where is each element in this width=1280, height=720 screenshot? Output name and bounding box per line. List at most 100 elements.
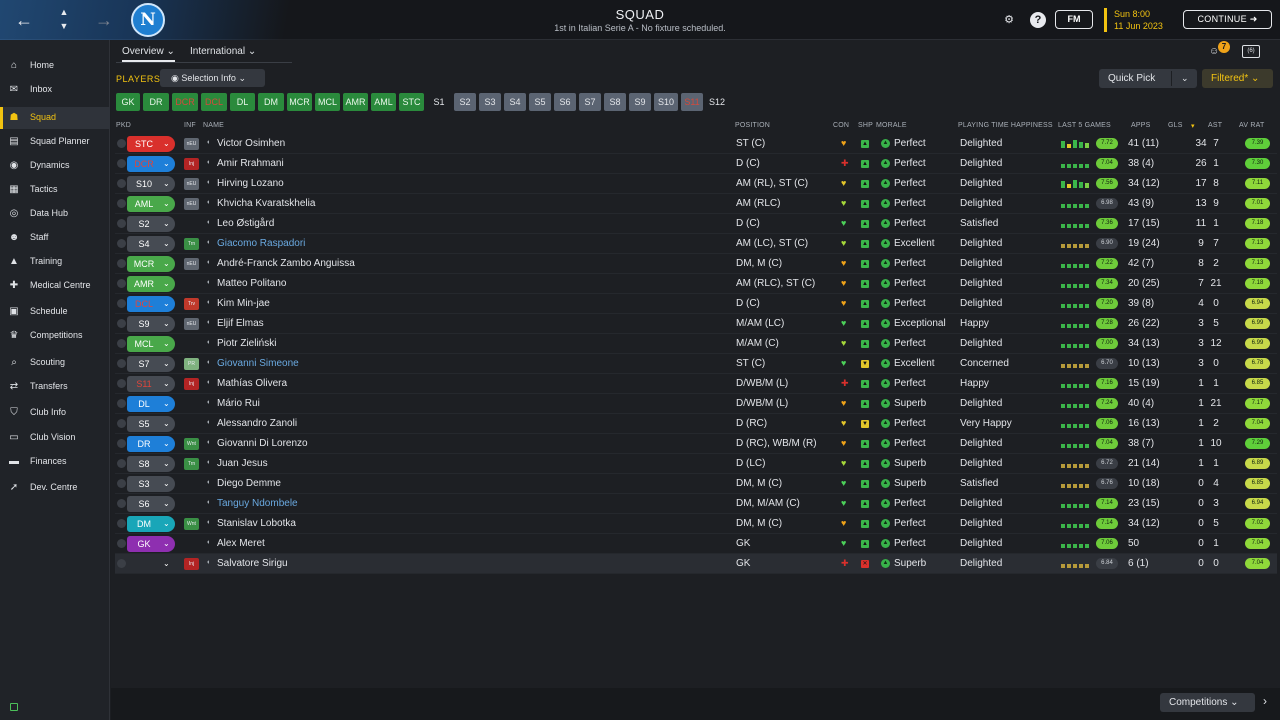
- position-chip-stc[interactable]: STC: [399, 93, 424, 111]
- position-selector[interactable]: S3 ⌄: [127, 476, 175, 492]
- info-tag[interactable]: Trv: [184, 298, 199, 310]
- info-tag[interactable]: nEU: [184, 178, 199, 190]
- player-name[interactable]: Diego Demme: [217, 478, 281, 489]
- fm-button[interactable]: FM: [1055, 10, 1093, 29]
- table-row[interactable]: S7 ⌄ PR ◖ Giovanni Simeone ST (C) ♥ ▼ ▲ Excellent…: [115, 354, 1277, 374]
- player-name[interactable]: Stanislav Lobotka: [217, 518, 296, 529]
- table-row[interactable]: DM ⌄ Wnt ◖ Stanislav Lobotka DM, M (C) ♥ ▲ ▲ Perf…: [115, 514, 1277, 534]
- forward-arrow-icon[interactable]: →: [92, 8, 116, 32]
- pick-checkbox[interactable]: [117, 319, 126, 328]
- player-name[interactable]: Juan Jesus: [217, 458, 268, 469]
- col-shp[interactable]: SHP: [858, 122, 873, 129]
- position-chip-s7[interactable]: S7: [579, 93, 601, 111]
- position-chip-s2[interactable]: S2: [454, 93, 476, 111]
- pick-checkbox[interactable]: [117, 339, 126, 348]
- view-toggle-icon[interactable]: (6): [1242, 45, 1260, 58]
- position-chip-gk[interactable]: GK: [116, 93, 140, 111]
- player-name[interactable]: Leo Østigård: [217, 218, 274, 229]
- pick-checkbox[interactable]: [117, 539, 126, 548]
- position-selector[interactable]: DCL ⌄: [127, 296, 175, 312]
- player-name[interactable]: Alessandro Zanoli: [217, 418, 297, 429]
- position-chip-s1[interactable]: S1: [429, 93, 449, 111]
- position-selector[interactable]: MCR ⌄: [127, 256, 175, 272]
- table-row[interactable]: MCL ⌄ ◖ Piotr Zieliński M/AM (C) ♥ ▲ ▲ Perfect De…: [115, 334, 1277, 354]
- table-row[interactable]: DL ⌄ ◖ Mário Rui D/WB/M (L) ♥ ▲ ▲ Superb Delighte…: [115, 394, 1277, 414]
- col-gls[interactable]: GLS: [1168, 122, 1183, 129]
- info-tag[interactable]: nEU: [184, 198, 199, 210]
- table-row[interactable]: S3 ⌄ ◖ Diego Demme DM, M (C) ♥ ▲ ▲ Superb Satisfi…: [115, 474, 1277, 494]
- table-row[interactable]: MCR ⌄ nEU ◖ André-Franck Zambo Anguissa DM, M…: [115, 254, 1277, 274]
- position-chip-s8[interactable]: S8: [604, 93, 626, 111]
- selection-info-dropdown[interactable]: ◉ Selection Info ⌄: [160, 69, 265, 87]
- position-chip-s3[interactable]: S3: [479, 93, 501, 111]
- info-tag[interactable]: Wnt: [184, 518, 199, 530]
- info-tag[interactable]: nEU: [184, 258, 199, 270]
- player-name[interactable]: Salvatore Sirigu: [217, 558, 288, 569]
- info-tag[interactable]: nEU: [184, 138, 199, 150]
- pick-checkbox[interactable]: [117, 159, 126, 168]
- col-apps[interactable]: APPS: [1131, 122, 1150, 129]
- sidebar-item-medical-centre[interactable]: ✚ Medical Centre: [0, 275, 110, 297]
- pick-checkbox[interactable]: [117, 459, 126, 468]
- player-name[interactable]: Khvicha Kvaratskhelia: [217, 198, 315, 209]
- info-tag[interactable]: Inj: [184, 378, 199, 390]
- sidebar-item-dynamics[interactable]: ◉ Dynamics: [0, 155, 110, 177]
- table-row[interactable]: S10 ⌄ nEU ◖ Hirving Lozano AM (RL), ST (C) ♥ ▲ ▲…: [115, 174, 1277, 194]
- position-chip-s9[interactable]: S9: [629, 93, 651, 111]
- table-row[interactable]: GK ⌄ ◖ Alex Meret GK ♥ ▲ ▲ Perfect Delighted 7.06 5…: [115, 534, 1277, 554]
- pick-checkbox[interactable]: [117, 219, 126, 228]
- pick-checkbox[interactable]: [117, 519, 126, 528]
- table-row[interactable]: STC ⌄ nEU ◖ Victor Osimhen ST (C) ♥ ▲ ▲ Perfect De…: [115, 134, 1277, 154]
- position-selector[interactable]: DCR ⌄: [127, 156, 175, 172]
- position-selector[interactable]: GK ⌄: [127, 536, 175, 552]
- table-row[interactable]: DCL ⌄ Trv ◖ Kim Min-jae D (C) ♥ ▲ ▲ Perfect Deligh…: [115, 294, 1277, 314]
- sidebar-item-tactics[interactable]: ▦ Tactics: [0, 179, 110, 201]
- pick-checkbox[interactable]: [117, 279, 126, 288]
- player-name[interactable]: Hirving Lozano: [217, 178, 284, 189]
- info-tag[interactable]: Wnt: [184, 438, 199, 450]
- position-chip-s12[interactable]: S12: [706, 93, 728, 111]
- pick-checkbox[interactable]: [117, 179, 126, 188]
- player-name[interactable]: Kim Min-jae: [217, 298, 270, 309]
- table-row[interactable]: DCR ⌄ Inj ◖ Amir Rrahmani D (C) ✚ ▲ ▲ Perfect Deli…: [115, 154, 1277, 174]
- competitions-dropdown[interactable]: Competitions ⌄: [1160, 693, 1255, 712]
- info-tag[interactable]: PR: [184, 358, 199, 370]
- sidebar-item-scouting[interactable]: ⌕ Scouting: [0, 352, 110, 374]
- player-name[interactable]: Victor Osimhen: [217, 138, 285, 149]
- position-selector[interactable]: MCL ⌄: [127, 336, 175, 352]
- col-position[interactable]: POSITION: [735, 122, 770, 129]
- club-badge[interactable]: N: [131, 3, 165, 37]
- table-row[interactable]: S2 ⌄ ◖ Leo Østigård D (C) ♥ ▲ ▲ Perfect Satisfied…: [115, 214, 1277, 234]
- position-chip-aml[interactable]: AML: [371, 93, 396, 111]
- player-name[interactable]: Giovanni Di Lorenzo: [217, 438, 308, 449]
- sidebar-item-club-vision[interactable]: ▭ Club Vision: [0, 427, 110, 449]
- pick-checkbox[interactable]: [117, 499, 126, 508]
- position-chip-dm[interactable]: DM: [258, 93, 284, 111]
- sidebar-item-schedule[interactable]: ▣ Schedule: [0, 301, 110, 323]
- sidebar-item-transfers[interactable]: ⇄ Transfers: [0, 376, 110, 398]
- pick-checkbox[interactable]: [117, 299, 126, 308]
- player-name[interactable]: André-Franck Zambo Anguissa: [217, 258, 355, 269]
- position-selector[interactable]: S4 ⌄: [127, 236, 175, 252]
- sidebar-item-dev-centre[interactable]: ➚ Dev. Centre: [0, 477, 110, 499]
- position-selector[interactable]: S10 ⌄: [127, 176, 175, 192]
- position-selector[interactable]: AML ⌄: [127, 196, 175, 212]
- sidebar-item-data-hub[interactable]: ◎ Data Hub: [0, 203, 110, 225]
- pick-checkbox[interactable]: [117, 559, 126, 568]
- position-chip-dl[interactable]: DL: [230, 93, 255, 111]
- back-arrow-icon[interactable]: ←: [12, 8, 36, 32]
- position-chip-s5[interactable]: S5: [529, 93, 551, 111]
- player-name[interactable]: Giovanni Simeone: [217, 358, 299, 369]
- position-selector[interactable]: S6 ⌄: [127, 496, 175, 512]
- position-selector[interactable]: S9 ⌄: [127, 316, 175, 332]
- col-av-rat[interactable]: AV RAT: [1239, 122, 1264, 129]
- position-selector[interactable]: S2 ⌄: [127, 216, 175, 232]
- position-selector[interactable]: S7 ⌄: [127, 356, 175, 372]
- position-chip-dr[interactable]: DR: [143, 93, 169, 111]
- pick-checkbox[interactable]: [117, 199, 126, 208]
- chevron-right-icon[interactable]: ›: [1263, 694, 1267, 708]
- col-playing-time[interactable]: PLAYING TIME HAPPINESS: [958, 122, 1053, 129]
- pick-checkbox[interactable]: [117, 359, 126, 368]
- chevron-down-icon[interactable]: ⌄: [1181, 69, 1189, 88]
- up-down-icon[interactable]: ▲ ▼: [57, 5, 71, 35]
